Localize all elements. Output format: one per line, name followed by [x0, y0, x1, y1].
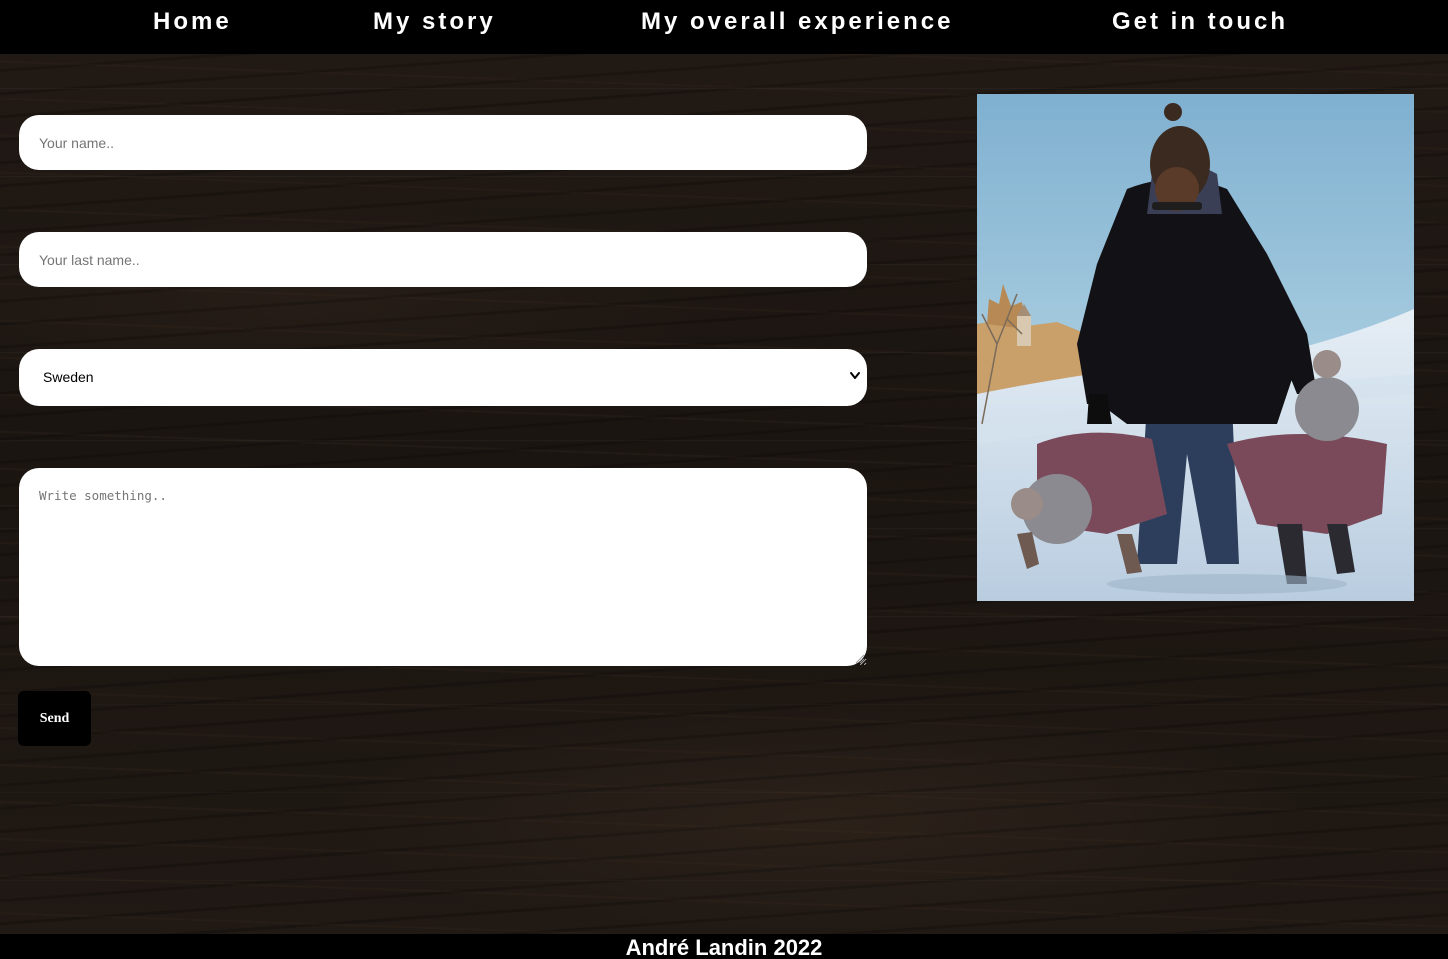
resize-grip-icon[interactable] [853, 652, 865, 664]
footer-copyright: André Landin 2022 [625, 935, 823, 959]
footer: André Landin 2022 [0, 934, 1448, 959]
send-button[interactable]: Send [18, 691, 91, 746]
message-textarea[interactable] [19, 468, 867, 666]
chevron-down-icon [850, 372, 860, 379]
nav-link-home[interactable]: Home [153, 8, 232, 36]
family-photo [977, 94, 1414, 601]
top-nav: Home My story My overall experience Get … [0, 0, 1448, 54]
country-select-value: Sweden [43, 369, 94, 385]
first-name-input[interactable] [19, 115, 867, 170]
photo-illustration [977, 94, 1414, 601]
country-select[interactable]: Sweden [19, 349, 867, 406]
nav-link-get-in-touch[interactable]: Get in touch [1112, 8, 1288, 36]
nav-link-my-overall-experience[interactable]: My overall experience [641, 8, 953, 36]
last-name-input[interactable] [19, 232, 867, 287]
nav-link-my-story[interactable]: My story [373, 8, 496, 36]
